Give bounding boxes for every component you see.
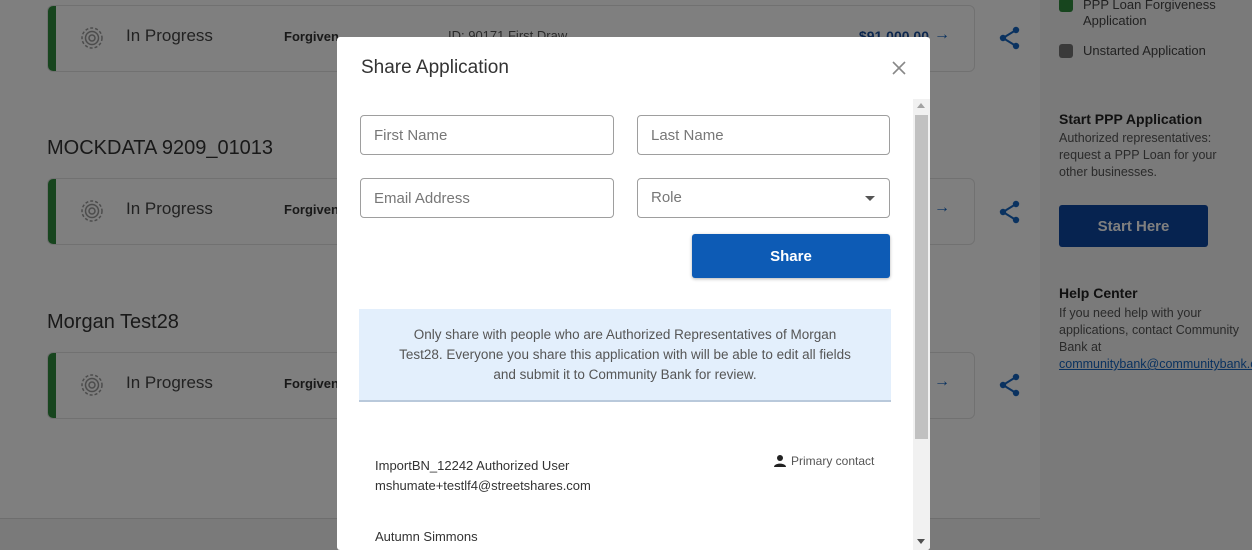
share-button[interactable]: Share [692,234,890,278]
shared-user-item: Autumn Simmons [375,527,478,547]
scroll-down-icon[interactable] [917,539,925,544]
dialog-title: Share Application [361,57,509,78]
shared-user-name: Autumn Simmons [375,529,478,544]
role-select-label: Role [651,189,682,206]
shared-user-email: mshumate+testlf4@streetshares.com [375,478,591,493]
last-name-input[interactable] [638,116,889,154]
email-input[interactable] [361,179,613,217]
first-name-input[interactable] [361,116,613,154]
chevron-down-icon [865,196,875,201]
authorization-notice: Only share with people who are Authorize… [359,309,891,402]
share-application-dialog: Share Application Role Share Only share … [337,37,930,550]
dialog-scrollbar[interactable] [913,99,930,550]
last-name-field[interactable] [637,115,890,155]
role-select[interactable]: Role [637,178,890,218]
dialog-body: Role Share Only share with people who ar… [337,99,913,550]
primary-contact-badge: Primary contact [773,454,874,468]
scrollbar-thumb[interactable] [915,115,928,439]
close-icon[interactable] [888,57,910,79]
email-field[interactable] [360,178,614,218]
person-icon [774,455,786,467]
shared-user-item: ImportBN_12242 Authorized User mshumate+… [375,456,591,496]
shared-user-name: ImportBN_12242 Authorized User [375,458,570,473]
primary-contact-label: Primary contact [791,454,875,468]
scroll-up-icon[interactable] [917,103,925,108]
first-name-field[interactable] [360,115,614,155]
